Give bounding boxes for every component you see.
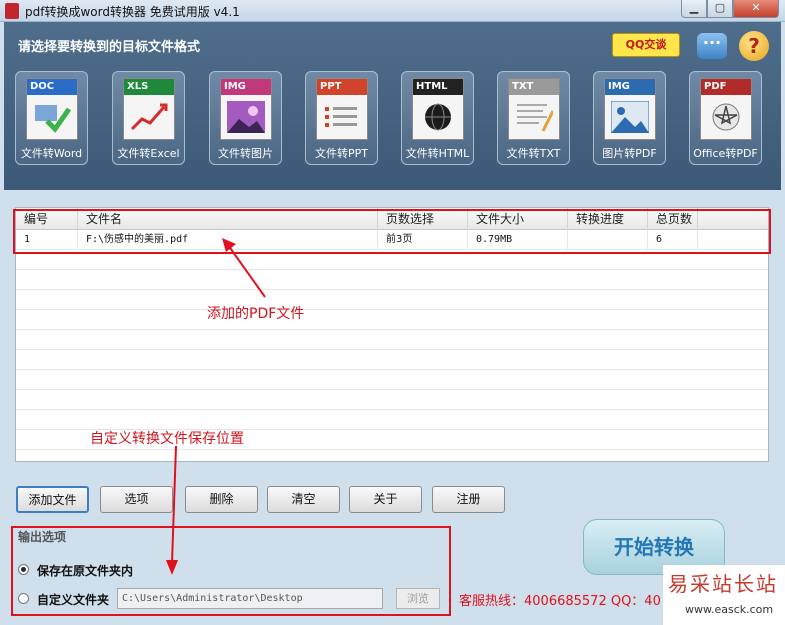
- keep-original-label[interactable]: 保存在原文件夹内: [37, 562, 133, 579]
- about-button[interactable]: 关于: [349, 486, 422, 513]
- delete-button[interactable]: 删除: [185, 486, 258, 513]
- annotation-save-location: 自定义转换文件保存位置: [90, 431, 244, 447]
- register-button[interactable]: 注册: [432, 486, 505, 513]
- custom-folder-radio[interactable]: [18, 593, 29, 604]
- browse-button[interactable]: 浏览: [396, 588, 440, 609]
- watermark: 易采站长站 www.easck.com: [663, 565, 785, 625]
- custom-folder-label[interactable]: 自定义文件夹: [37, 591, 109, 608]
- options-button[interactable]: 选项: [100, 486, 173, 513]
- clear-button[interactable]: 清空: [267, 486, 340, 513]
- add-file-button[interactable]: 添加文件: [16, 486, 89, 513]
- hotline-text: 客服热线：4006685572 QQ：40: [459, 594, 661, 609]
- watermark-text: 易采站长站: [668, 572, 778, 596]
- watermark-url: www.easck.com: [685, 603, 774, 616]
- output-options-title: 输出选项: [18, 530, 67, 544]
- keep-original-radio[interactable]: [18, 564, 29, 575]
- annotation-pdf-added: 添加的PDF文件: [207, 306, 305, 322]
- output-path-field[interactable]: C:\Users\Administrator\Desktop: [117, 588, 383, 609]
